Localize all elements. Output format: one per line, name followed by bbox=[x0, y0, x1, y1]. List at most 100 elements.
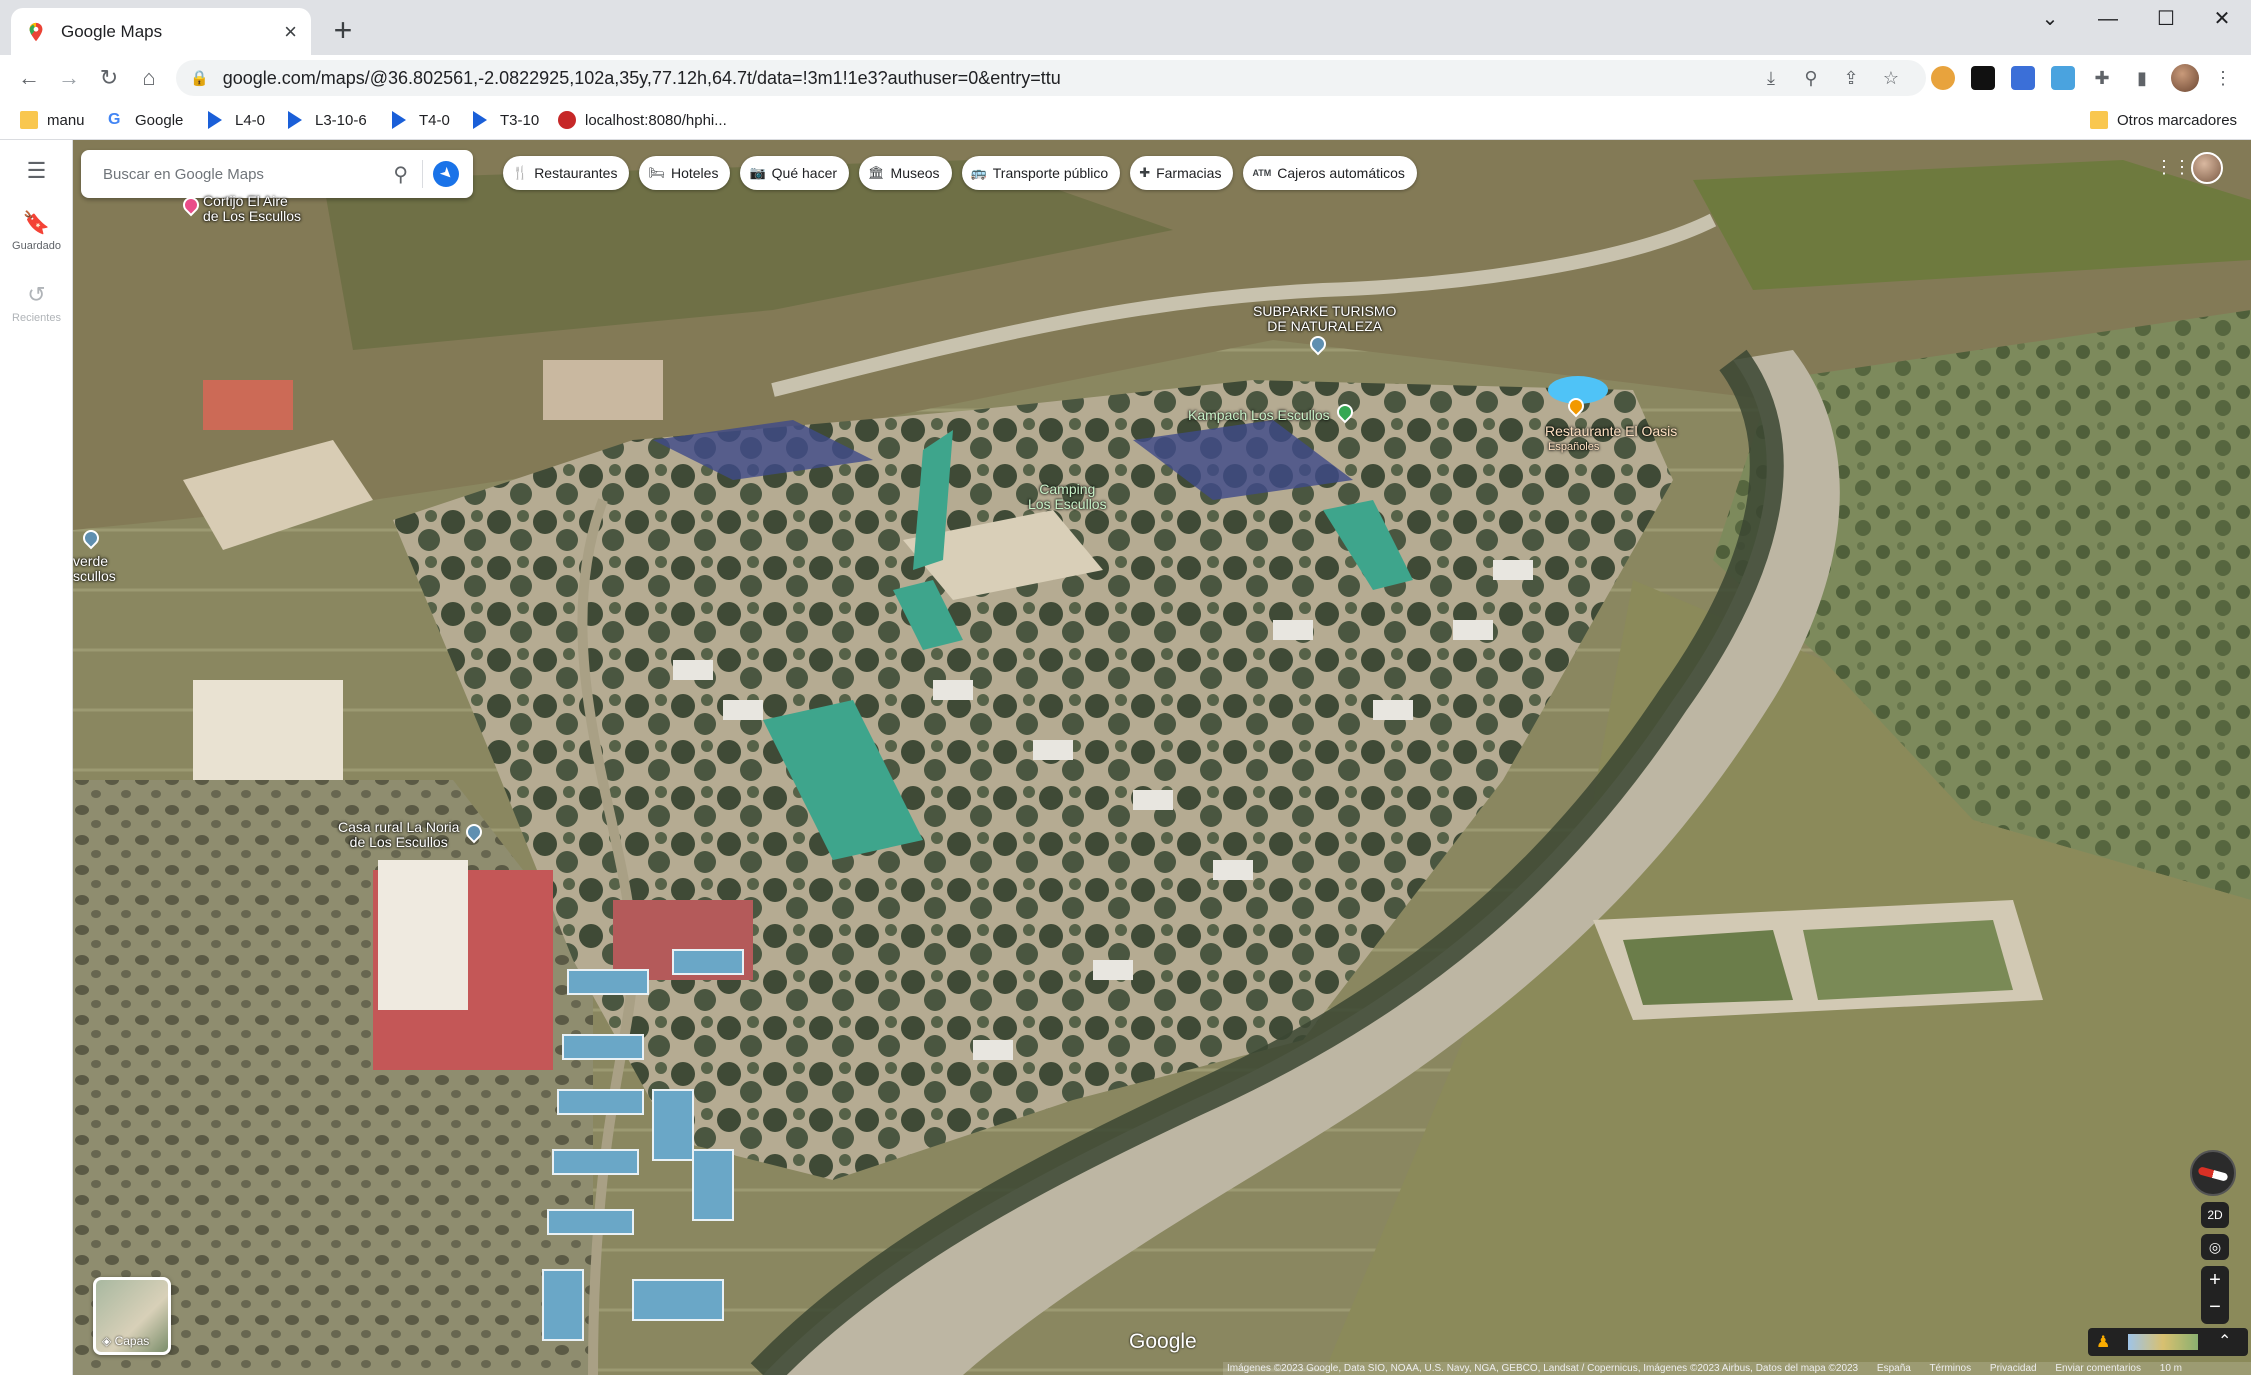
zoom-icon[interactable]: ⚲ bbox=[1798, 65, 1824, 91]
layers-button[interactable]: ◈ Capas bbox=[93, 1277, 171, 1355]
profile-avatar[interactable] bbox=[2171, 64, 2199, 92]
chip-transporte-publico[interactable]: 🚌 Transporte público bbox=[961, 156, 1121, 190]
bookmark-label: manu bbox=[47, 111, 85, 129]
bookmark-t3-10[interactable]: T3-10 bbox=[473, 108, 539, 132]
new-tab-button[interactable]: + bbox=[325, 12, 361, 48]
compass-icon[interactable] bbox=[2190, 1150, 2236, 1196]
account-avatar[interactable] bbox=[2191, 152, 2223, 184]
chip-cajeros[interactable]: ATM Cajeros automáticos bbox=[1243, 156, 1417, 190]
imagery-thumbnails[interactable] bbox=[2128, 1334, 2198, 1350]
attribution-terms-link[interactable]: Términos bbox=[1929, 1363, 1971, 1374]
menu-button[interactable]: ☰ bbox=[0, 158, 73, 184]
install-app-icon[interactable]: ⤓ bbox=[1758, 65, 1784, 91]
other-bookmarks-label: Otros marcadores bbox=[2117, 111, 2238, 129]
flag-icon bbox=[208, 111, 226, 129]
back-arrow-icon[interactable]: ← bbox=[12, 61, 46, 95]
recent-button[interactable]: ↺ Recientes bbox=[0, 282, 73, 324]
saved-button[interactable]: 🔖 Guardado bbox=[0, 210, 73, 252]
bookmark-t4-0[interactable]: T4-0 bbox=[392, 108, 450, 132]
address-bar[interactable]: 🔒 google.com/maps/@36.802561,-2.0822925,… bbox=[176, 60, 1926, 96]
attribution-country[interactable]: España bbox=[1877, 1363, 1911, 1374]
chip-label: Museos bbox=[890, 165, 940, 181]
save-extension-icon[interactable] bbox=[2011, 66, 2035, 90]
chip-hoteles[interactable]: 🛏 Hoteles bbox=[639, 156, 731, 190]
history-icon: ↺ bbox=[27, 282, 46, 307]
place-label-restaurante[interactable]: Restaurante El Oasis bbox=[1545, 424, 1677, 439]
attribution-privacy-link[interactable]: Privacidad bbox=[1990, 1363, 2037, 1374]
cookie-extension-icon[interactable] bbox=[1931, 66, 1955, 90]
directions-icon[interactable]: ➤ bbox=[427, 155, 465, 193]
restaurant-icon: 🍴 bbox=[512, 165, 529, 180]
bookmark-l3-10-6[interactable]: L3-10-6 bbox=[288, 108, 367, 132]
search-box[interactable]: Buscar en Google Maps ⚲ ➤ bbox=[81, 150, 473, 198]
scale-bar[interactable]: 10 m bbox=[2160, 1363, 2182, 1374]
chip-que-hacer[interactable]: 📷 Qué hacer bbox=[740, 156, 850, 190]
place-label-subparke[interactable]: SUBPARKE TURISMO DE NATURALEZA bbox=[1253, 304, 1396, 334]
tab-google-maps[interactable]: Google Maps × bbox=[11, 8, 311, 55]
browser-toolbar: ← → ↻ ⌂ 🔒 google.com/maps/@36.802561,-2.… bbox=[0, 55, 2251, 100]
search-icon[interactable]: ⚲ bbox=[393, 162, 408, 187]
bookmark-label: Google bbox=[135, 111, 184, 129]
toggle-2d-button[interactable]: 2D bbox=[2201, 1202, 2229, 1228]
my-location-icon[interactable]: ◎ bbox=[2201, 1234, 2229, 1260]
tab-bar: Google Maps × + ⌄ — ☐ ✕ bbox=[0, 0, 2251, 55]
bookmark-l4-0[interactable]: L4-0 bbox=[208, 108, 265, 132]
side-panel-icon[interactable]: ▮ bbox=[2129, 65, 2155, 91]
other-bookmarks[interactable]: Otros marcadores bbox=[2090, 108, 2237, 132]
minimize-button[interactable]: — bbox=[2079, 0, 2137, 38]
home-icon[interactable]: ⌂ bbox=[132, 61, 166, 95]
pegman-icon[interactable]: ♟ bbox=[2096, 1332, 2110, 1352]
bookmark-localhost[interactable]: localhost:8080/hphi... bbox=[558, 108, 727, 132]
camera-icon: 📷 bbox=[749, 165, 766, 180]
bookmark-manu[interactable]: manu bbox=[20, 108, 85, 132]
window-extension-icon[interactable] bbox=[2051, 66, 2075, 90]
hotel-icon: 🛏 bbox=[648, 165, 665, 180]
reload-icon[interactable]: ↻ bbox=[92, 61, 126, 95]
url-text: google.com/maps/@36.802561,-2.0822925,10… bbox=[222, 67, 1061, 88]
attribution-feedback-link[interactable]: Enviar comentarios bbox=[2055, 1363, 2141, 1374]
google-logo: Google bbox=[1129, 1330, 1197, 1353]
google-apps-grid-icon[interactable]: ⋮⋮ bbox=[2155, 158, 2191, 176]
zoom-in-button[interactable]: + bbox=[2201, 1266, 2229, 1295]
chrome-menu-icon[interactable]: ⋮ bbox=[2210, 65, 2236, 91]
chip-label: Farmacias bbox=[1156, 165, 1222, 181]
tab-close-icon[interactable]: × bbox=[284, 19, 297, 45]
satellite-3d-imagery[interactable] bbox=[73, 140, 2251, 1375]
bookmark-star-icon[interactable]: ☆ bbox=[1878, 65, 1904, 91]
chip-label: Hoteles bbox=[670, 165, 719, 181]
place-label-camping[interactable]: Camping Los Escullos bbox=[1028, 482, 1107, 512]
extensions-puzzle-icon[interactable]: ✚ bbox=[2089, 65, 2115, 91]
place-label-noria[interactable]: Casa rural La Noria de Los Escullos bbox=[338, 820, 459, 850]
lock-icon[interactable]: 🔒 bbox=[190, 69, 209, 87]
close-window-button[interactable]: ✕ bbox=[2193, 0, 2251, 38]
dark-mode-extension-icon[interactable] bbox=[1971, 66, 1995, 90]
pharmacy-icon: ✚ bbox=[1139, 165, 1151, 180]
flag-icon bbox=[473, 111, 491, 129]
recent-label: Recientes bbox=[12, 312, 61, 324]
place-label-cortijo[interactable]: Cortijo El Aire de Los Escullos bbox=[203, 194, 301, 224]
zoom-out-button[interactable]: − bbox=[2201, 1295, 2229, 1324]
bookmark-icon: 🔖 bbox=[22, 210, 51, 235]
chip-label: Qué hacer bbox=[771, 165, 838, 181]
chip-farmacias[interactable]: ✚ Farmacias bbox=[1130, 156, 1234, 190]
place-label-kampach[interactable]: Kampach Los Escullos bbox=[1188, 408, 1330, 423]
chevron-up-icon[interactable]: ⌃ bbox=[2218, 1331, 2231, 1351]
search-input[interactable]: Buscar en Google Maps bbox=[103, 166, 393, 183]
category-chips: 🍴 Restaurantes 🛏 Hoteles 📷 Qué hacer 🏛 Museo… bbox=[503, 156, 1427, 190]
tab-search-chevron-icon[interactable]: ⌄ bbox=[2021, 0, 2079, 38]
chip-restaurantes[interactable]: 🍴 Restaurantes bbox=[503, 156, 630, 190]
share-icon[interactable]: ⇪ bbox=[1838, 65, 1864, 91]
bookmark-label: T3-10 bbox=[500, 111, 540, 129]
saved-label: Guardado bbox=[12, 240, 61, 252]
chip-museos[interactable]: 🏛 Museos bbox=[859, 156, 952, 190]
chip-label: Transporte público bbox=[992, 165, 1109, 181]
bookmarks-bar: manu G Google L4-0 L3-10-6 T4-0 T3-10 lo… bbox=[0, 100, 2251, 140]
maximize-button[interactable]: ☐ bbox=[2137, 0, 2195, 38]
folder-icon bbox=[20, 111, 38, 129]
bookmark-google[interactable]: G Google bbox=[108, 108, 183, 132]
flag-icon bbox=[288, 111, 306, 129]
forward-arrow-icon[interactable]: → bbox=[52, 61, 86, 95]
map-canvas[interactable]: Buscar en Google Maps ⚲ ➤ 🍴 Restaurantes … bbox=[73, 140, 2251, 1375]
flag-icon bbox=[392, 111, 410, 129]
place-label-verde[interactable]: verde scullos bbox=[73, 554, 116, 584]
